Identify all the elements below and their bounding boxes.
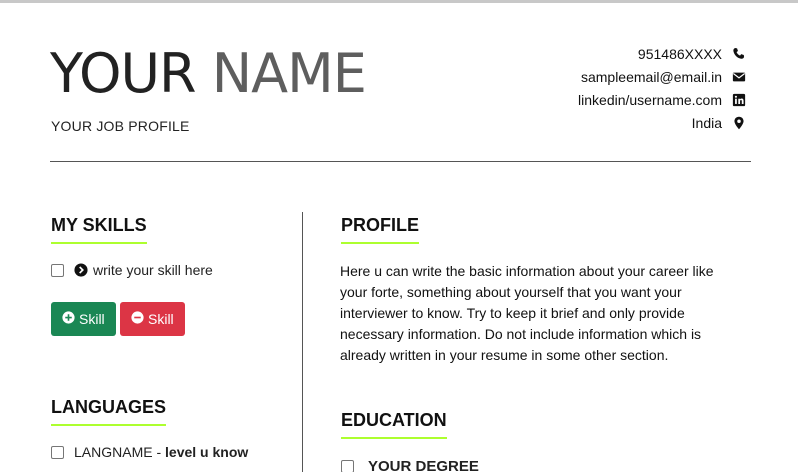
education-item: YOUR DEGREE: [341, 458, 479, 472]
language-level: level u know: [165, 444, 249, 460]
languages-heading: LANGUAGES: [51, 397, 167, 426]
job-profile: YOUR JOB PROFILE: [51, 118, 190, 134]
full-name: YOUR NAME: [50, 40, 367, 108]
map-marker-icon: [732, 116, 746, 130]
header-divider: [50, 161, 751, 162]
column-divider: [302, 212, 303, 472]
skill-text[interactable]: write your skill here: [93, 262, 213, 278]
linkedin-icon: [732, 93, 746, 107]
phone-icon: [732, 47, 746, 61]
top-border: [0, 0, 798, 3]
degree-text[interactable]: YOUR DEGREE: [368, 458, 479, 472]
plus-circle-icon: [62, 311, 79, 327]
email-text: sampleemail@email.in: [580, 68, 722, 85]
contact-phone: 951486XXXX: [578, 42, 746, 65]
phone-text: 951486XXXX: [637, 45, 722, 62]
chevron-right-circle-icon: [74, 263, 88, 277]
education-heading: EDUCATION: [341, 410, 447, 439]
degree-checkbox[interactable]: [341, 460, 354, 472]
linkedin-text: linkedin/username.com: [578, 91, 722, 108]
first-name: YOUR: [50, 42, 197, 105]
skill-item: write your skill here: [51, 262, 213, 278]
envelope-icon: [732, 70, 746, 84]
location-text: India: [691, 114, 722, 131]
skill-checkbox[interactable]: [51, 263, 64, 277]
profile-text[interactable]: Here u can write the basic information a…: [340, 261, 740, 366]
add-skill-label: Skill: [79, 311, 105, 327]
profile-heading: PROFILE: [341, 215, 420, 244]
contact-location: India: [578, 111, 746, 134]
language-separator: -: [152, 444, 166, 460]
contact-email: sampleemail@email.in: [578, 65, 746, 88]
remove-skill-button[interactable]: Skill: [120, 302, 185, 336]
language-checkbox[interactable]: [51, 445, 64, 459]
contact-info: 951486XXXX sampleemail@email.in linkedin…: [578, 42, 746, 134]
language-text[interactable]: LANGNAME - level u know: [74, 444, 248, 460]
add-skill-button[interactable]: Skill: [51, 302, 116, 336]
language-name: LANGNAME: [74, 444, 153, 460]
minus-circle-icon: [131, 311, 148, 327]
contact-linkedin: linkedin/username.com: [578, 88, 746, 111]
language-item: LANGNAME - level u know: [51, 444, 248, 460]
last-name: NAME: [211, 42, 367, 105]
skills-heading: MY SKILLS: [51, 215, 147, 244]
remove-skill-label: Skill: [148, 311, 174, 327]
